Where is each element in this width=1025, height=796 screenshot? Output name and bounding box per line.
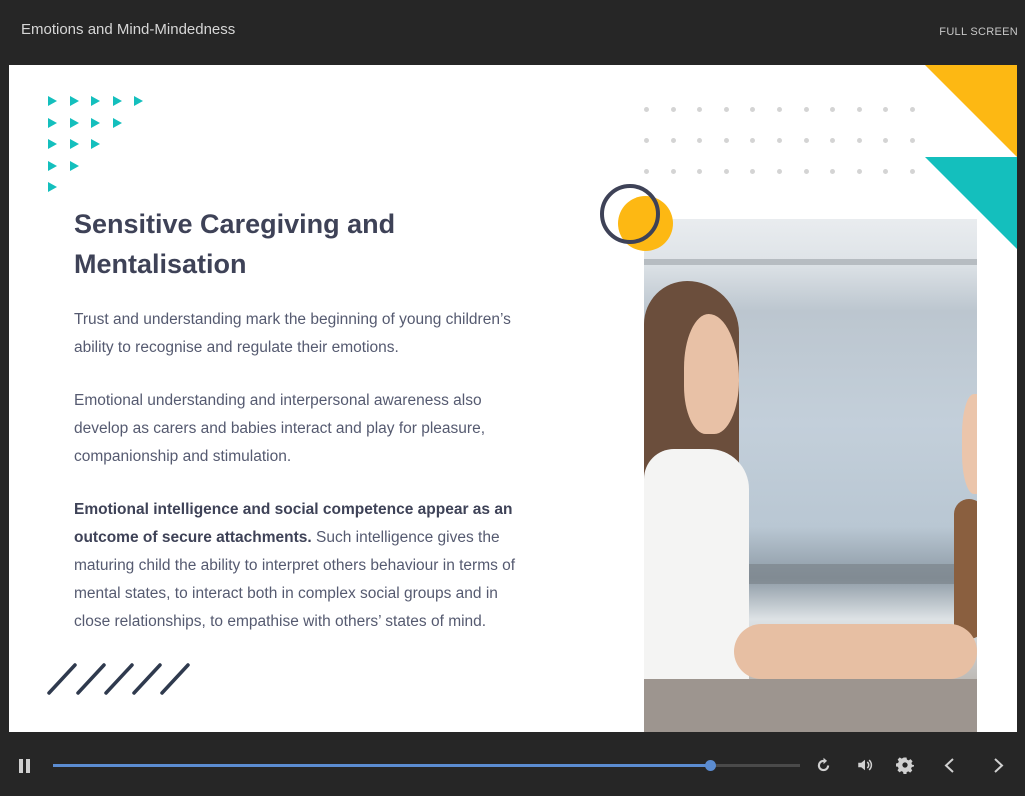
triangle-mark <box>48 96 57 106</box>
dot-mark <box>697 107 703 112</box>
fullscreen-button[interactable]: FULL SCREEN <box>939 26 1018 38</box>
dot-mark <box>723 107 729 112</box>
decorative-ring <box>600 184 660 244</box>
dot-mark <box>697 138 703 143</box>
triangle-mark <box>69 139 79 149</box>
triangle-mark <box>69 96 79 106</box>
dot-mark <box>750 107 756 112</box>
course-title: Emotions and Mind-Mindedness <box>21 21 236 38</box>
pause-icon[interactable] <box>19 759 31 773</box>
triangle-mark <box>69 160 79 171</box>
decorative-dot-grid <box>644 107 934 187</box>
player-controls <box>0 732 1025 796</box>
dot-mark <box>777 169 782 174</box>
paragraph-3: Emotional intelligence and social compet… <box>74 496 524 636</box>
triangle-mark <box>48 139 57 149</box>
dot-mark <box>803 138 809 143</box>
progress-handle[interactable] <box>705 760 717 771</box>
progress-bar[interactable] <box>53 760 800 771</box>
dot-mark <box>777 107 782 112</box>
triangle-mark <box>91 117 100 128</box>
dot-mark <box>670 138 676 143</box>
paragraph-2: Emotional understanding and interpersona… <box>74 392 485 465</box>
dot-mark <box>856 169 862 174</box>
dot-mark <box>670 107 676 112</box>
chevron-right-icon[interactable] <box>991 757 1005 774</box>
dot-mark <box>856 138 862 143</box>
dot-mark <box>723 169 729 174</box>
dot-mark <box>644 169 649 174</box>
dot-mark <box>910 138 915 143</box>
slide-title: Sensitive Caregiving and Mentalisation <box>74 204 494 284</box>
slide-canvas: Sensitive Caregiving and Mentalisation T… <box>9 65 1017 732</box>
dot-mark <box>644 138 649 143</box>
triangle-mark <box>91 139 100 149</box>
dot-mark <box>856 107 862 112</box>
settings-icon[interactable] <box>896 756 914 774</box>
dot-mark <box>883 169 889 174</box>
volume-icon[interactable] <box>856 756 874 774</box>
triangle-mark <box>91 96 100 106</box>
dot-mark <box>883 138 889 143</box>
triangle-mark <box>48 182 57 192</box>
dot-mark <box>830 169 836 174</box>
triangle-mark <box>69 117 79 128</box>
dot-mark <box>777 138 782 143</box>
chevron-left-icon[interactable] <box>943 757 957 774</box>
dot-mark <box>910 107 915 112</box>
triangle-mark <box>48 160 57 171</box>
triangle-mark <box>48 117 57 128</box>
top-bar: Emotions and Mind-Mindedness FULL SCREEN <box>0 0 1025 65</box>
paragraph-1: Trust and understanding mark the beginni… <box>74 311 511 356</box>
dot-mark <box>750 169 756 174</box>
replay-icon[interactable] <box>815 757 832 774</box>
dot-mark <box>830 138 836 143</box>
decorative-yellow-corner <box>925 65 1017 157</box>
dot-mark <box>723 138 729 143</box>
slide-title-line2: Mentalisation <box>74 249 247 279</box>
dot-mark <box>883 107 889 112</box>
dot-mark <box>910 169 915 174</box>
progress-fill <box>53 764 711 767</box>
triangle-mark <box>112 96 122 106</box>
dot-mark <box>750 138 756 143</box>
decorative-triangles <box>48 96 158 201</box>
triangle-mark <box>134 96 143 106</box>
decorative-slashes <box>47 663 190 695</box>
dot-mark <box>697 169 703 174</box>
dot-mark <box>803 107 809 112</box>
dot-mark <box>670 169 676 174</box>
dot-mark <box>644 107 649 112</box>
dot-mark <box>830 107 836 112</box>
triangle-mark <box>112 117 122 128</box>
slide-title-line1: Sensitive Caregiving and <box>74 209 396 239</box>
dot-mark <box>803 169 809 174</box>
slide-photo <box>644 219 977 732</box>
